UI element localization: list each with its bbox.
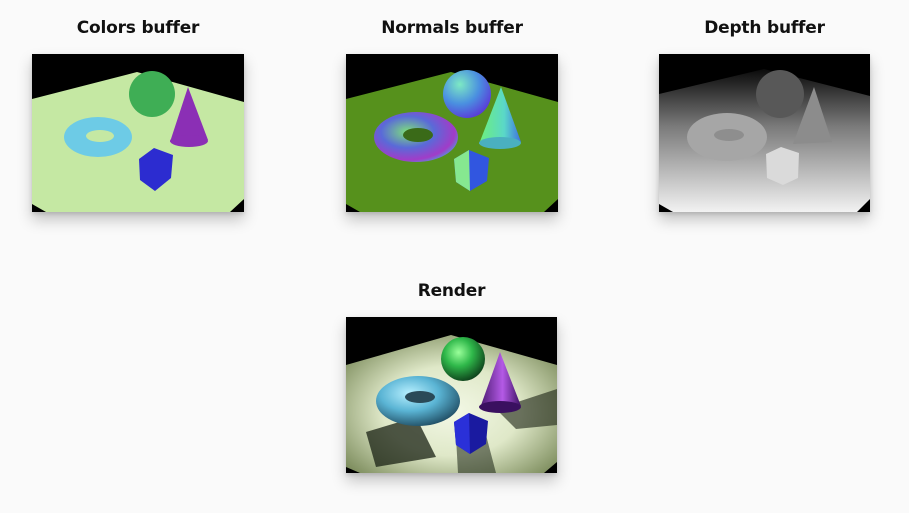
depth-buffer-panel: Depth buffer [659, 18, 870, 212]
panel-title: Normals buffer [381, 18, 523, 38]
panel-title: Render [417, 281, 486, 301]
normals-buffer-panel: Normals buffer [346, 18, 558, 212]
render-image [346, 317, 557, 473]
render-panel: Render [346, 281, 557, 473]
colors-buffer-panel: Colors buffer [32, 18, 244, 212]
depth-buffer-image [659, 54, 870, 212]
normals-buffer-image [346, 54, 558, 212]
panel-title: Depth buffer [704, 18, 825, 38]
panel-title: Colors buffer [76, 18, 200, 38]
colors-buffer-image [32, 54, 244, 212]
